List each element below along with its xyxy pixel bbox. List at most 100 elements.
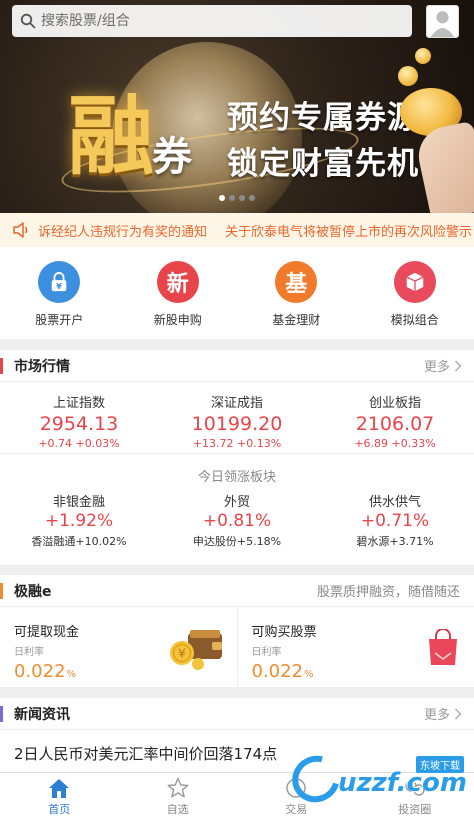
more-link[interactable]: 更多 — [424, 704, 462, 723]
sector-item[interactable]: 非银金融 +1.92% 香溢融通+10.02% — [0, 491, 158, 549]
home-icon — [49, 779, 70, 798]
action-label: 股票开户 — [35, 313, 84, 327]
stock-purchase-item[interactable]: 可购买股票 日利率 0.022% — [236, 607, 474, 686]
news-card: 新闻资讯 更多 2日人民币对美元汇率中间价回落174点 — [0, 698, 474, 772]
section-title: 极融e — [14, 583, 52, 600]
tab-label: 交易 — [285, 803, 308, 816]
notice-text[interactable]: 诉经纪人违规行为有奖的通知 — [38, 221, 207, 240]
action-label: 模拟组合 — [390, 313, 439, 327]
tab-home[interactable]: 首页 — [0, 773, 119, 817]
sector-lead-stock: 香溢融通+10.02% — [31, 535, 127, 548]
search-input[interactable] — [41, 13, 401, 29]
lock-glyph: ¥ — [56, 281, 62, 291]
index-change: +13.72 +0.13% — [192, 437, 282, 450]
svg-text:¥: ¥ — [178, 647, 186, 661]
carousel-dot[interactable] — [239, 195, 245, 201]
index-name: 上证指数 — [52, 396, 105, 411]
carousel-dot[interactable] — [229, 195, 235, 201]
fund-button[interactable]: 基 基金理财 — [237, 247, 356, 339]
index-change: +6.89 +0.33% — [354, 437, 436, 450]
section-accent-bar — [0, 357, 3, 374]
coin-icon — [398, 66, 418, 86]
circle-icon — [405, 780, 425, 796]
margin-loan-body: 可提取现金 日利率 0.022% ¥ 可购买股票 日利率 0.022% — [0, 607, 474, 686]
section-accent-bar — [0, 705, 3, 722]
avatar[interactable] — [426, 5, 459, 38]
simulated-portfolio-button[interactable]: 模拟组合 — [356, 247, 474, 339]
shopping-bag-icon — [428, 629, 457, 665]
margin-loan-card: 极融e 股票质押融资，随借随还 可提取现金 日利率 0.022% ¥ 可购买股票… — [0, 575, 474, 687]
quick-actions: ¥ 股票开户 新 新股申购 基 基金理财 模拟组合 — [0, 247, 474, 339]
sector-pct: +0.81% — [202, 511, 272, 531]
cash-withdraw-item[interactable]: 可提取现金 日利率 0.022% ¥ — [0, 607, 237, 686]
sector-pct: +1.92% — [44, 511, 114, 531]
ipo-subscribe-button[interactable]: 新 新股申购 — [119, 247, 238, 339]
tab-trade[interactable]: ¥ 交易 — [237, 773, 356, 817]
action-label: 新股申购 — [153, 313, 202, 327]
sector-name: 供水供气 — [368, 495, 421, 510]
sector-item[interactable]: 外贸 +0.81% 申达股份+5.18% — [158, 491, 316, 549]
coin-icon — [415, 48, 431, 64]
sector-name: 非银金融 — [52, 495, 105, 510]
fund-glyph: 基 — [285, 272, 308, 297]
rate-unit: % — [304, 669, 314, 680]
index-name: 创业板指 — [368, 396, 421, 411]
trade-icon: ¥ — [286, 778, 306, 798]
market-header: 市场行情 更多 — [0, 350, 474, 382]
banner-slogan-line1: 预约专属券源 — [227, 100, 419, 136]
tab-label: 投资圈 — [398, 803, 432, 816]
index-sz[interactable]: 深证成指 10199.20 +13.72 +0.13% — [158, 382, 316, 453]
index-value: 2106.07 — [355, 413, 435, 435]
section-title: 市场行情 — [14, 358, 70, 375]
star-icon — [167, 777, 189, 798]
sector-lead-stock: 申达股份+5.18% — [192, 535, 282, 548]
banner-slogan-line2: 锁定财富先机 — [227, 146, 419, 182]
carousel-dot[interactable] — [219, 195, 225, 201]
rate-value: 0.022 — [14, 661, 66, 682]
account-open-button[interactable]: ¥ 股票开户 — [0, 247, 119, 339]
action-label: 基金理财 — [272, 313, 321, 327]
chevron-right-icon — [455, 708, 462, 719]
wallet-coins-icon: ¥ — [170, 630, 222, 670]
new-glyph: 新 — [166, 272, 189, 297]
tab-watchlist[interactable]: 自选 — [119, 773, 238, 817]
svg-text:¥: ¥ — [293, 784, 299, 795]
tab-label: 自选 — [166, 803, 189, 816]
chevron-right-icon — [455, 360, 462, 371]
margin-loan-header: 极融e 股票质押融资，随借随还 — [0, 575, 474, 607]
new-icon: 新 — [156, 261, 199, 303]
index-name: 深证成指 — [210, 396, 263, 411]
market-card: 市场行情 更多 上证指数 2954.13 +0.74 +0.03% 深证成指 1… — [0, 350, 474, 565]
more-label: 更多 — [423, 360, 450, 375]
speaker-icon — [13, 222, 28, 238]
sector-row: 非银金融 +1.92% 香溢融通+10.02% 外贸 +0.81% 申达股份+5… — [0, 491, 474, 549]
sector-section-label: 今日领涨板块 — [197, 470, 276, 485]
notice-text[interactable]: 关于欣泰电气将被暂停上市的再次风险警示 — [225, 221, 472, 240]
fund-icon: 基 — [275, 261, 318, 303]
index-value: 2954.13 — [39, 413, 119, 435]
banner-big-char: 融 — [68, 86, 154, 187]
carousel-dot[interactable] — [249, 195, 255, 201]
more-label: 更多 — [423, 708, 450, 723]
index-sh[interactable]: 上证指数 2954.13 +0.74 +0.03% — [0, 382, 158, 453]
bottom-tab-bar: 首页 自选 ¥ 交易 投资圈 — [0, 772, 474, 817]
section-subtitle: 股票质押融资，随借随还 — [316, 585, 460, 600]
index-change: +0.74 +0.03% — [38, 437, 120, 450]
user-icon — [427, 6, 458, 37]
sector-pct: +0.71% — [360, 511, 430, 531]
tab-community[interactable]: 投资圈 — [356, 773, 474, 817]
lock-icon: ¥ — [38, 261, 81, 303]
carousel-dots — [0, 195, 474, 201]
sector-name: 外贸 — [223, 495, 250, 510]
search-bar[interactable] — [12, 5, 412, 37]
search-icon — [20, 13, 36, 29]
tab-label: 首页 — [48, 803, 71, 816]
index-cyb[interactable]: 创业板指 2106.07 +6.89 +0.33% — [316, 382, 474, 453]
box-icon — [393, 261, 436, 303]
section-title: 新闻资讯 — [14, 706, 70, 723]
more-link[interactable]: 更多 — [424, 356, 462, 375]
notice-bar[interactable]: 诉经纪人违规行为有奖的通知 关于欣泰电气将被暂停上市的再次风险警示 — [0, 213, 474, 247]
banner-small-char: 券 — [152, 133, 192, 180]
news-item[interactable]: 2日人民币对美元汇率中间价回落174点 — [0, 730, 474, 764]
sector-item[interactable]: 供水供气 +0.71% 碧水源+3.71% — [316, 491, 474, 549]
